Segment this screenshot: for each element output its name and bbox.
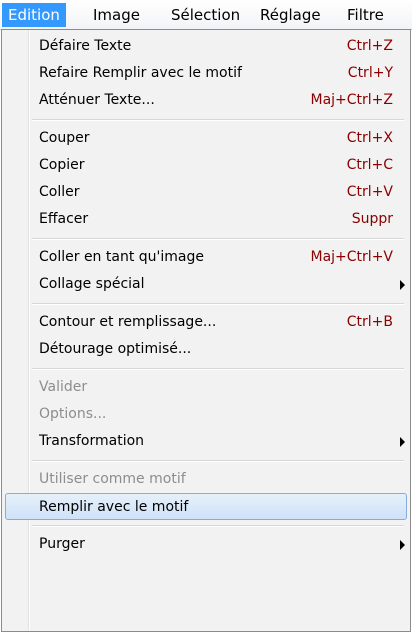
menu-item-copy[interactable]: Copier Ctrl+C: [5, 152, 407, 179]
menu-item-label: Refaire Remplir avec le motif: [39, 65, 242, 81]
menu-item-label: Atténuer Texte...: [39, 92, 155, 108]
menu-item-paste-as-image[interactable]: Coller en tant qu'image Maj+Ctrl+V: [5, 244, 407, 271]
menu-item-shortcut: Maj+Ctrl+Z: [310, 92, 393, 108]
menu-item-options: Options...: [5, 401, 407, 428]
menu-item-cut[interactable]: Couper Ctrl+X: [5, 125, 407, 152]
menu-item-label: Transformation: [39, 433, 145, 449]
menu-item-purge[interactable]: Purger: [5, 531, 407, 558]
menu-item-label: Utiliser comme motif: [39, 471, 186, 487]
menu-item-shortcut: Ctrl+V: [346, 184, 393, 200]
menu-item-smart-crop[interactable]: Détourage optimisé...: [5, 336, 407, 363]
menu-separator: [32, 460, 404, 462]
menu-item-shortcut: Ctrl+X: [346, 130, 393, 146]
menu-item-shortcut: Ctrl+B: [346, 314, 393, 330]
menu-item-shortcut: Ctrl+Y: [347, 65, 393, 81]
menu-item-redo-fill-pattern[interactable]: Refaire Remplir avec le motif Ctrl+Y: [5, 60, 407, 87]
menu-item-undo-text[interactable]: Défaire Texte Ctrl+Z: [5, 33, 407, 60]
menu-item-label: Détourage optimisé...: [39, 341, 192, 357]
menu-separator: [32, 368, 404, 370]
menu-item-label: Copier: [39, 157, 85, 173]
submenu-arrow-icon: [400, 540, 405, 550]
menu-item-shortcut: Maj+Ctrl+V: [310, 249, 394, 265]
menu-separator: [32, 303, 404, 305]
menu-item-paste[interactable]: Coller Ctrl+V: [5, 179, 407, 206]
submenu-arrow-icon: [400, 280, 405, 290]
menu-item-fill-with-pattern[interactable]: Remplir avec le motif: [5, 493, 407, 520]
menu-item-shortcut: Suppr: [351, 211, 393, 227]
edition-dropdown-menu: Défaire Texte Ctrl+Z Refaire Remplir ave…: [1, 29, 411, 632]
menu-item-fade-text[interactable]: Atténuer Texte... Maj+Ctrl+Z: [5, 87, 407, 114]
menu-item-label: Couper: [39, 130, 90, 146]
menu-item-label: Défaire Texte: [39, 38, 132, 54]
menu-filtre[interactable]: Filtre: [341, 3, 390, 27]
menu-item-label: Effacer: [39, 211, 89, 227]
menu-item-label: Coller: [39, 184, 80, 200]
submenu-arrow-icon: [400, 437, 405, 447]
menu-item-shortcut: Ctrl+Z: [346, 38, 393, 54]
menu-item-label: Remplir avec le motif: [39, 499, 189, 515]
menu-edition[interactable]: Edition: [2, 3, 66, 27]
menu-item-paste-special[interactable]: Collage spécial: [5, 271, 407, 298]
menu-item-shortcut: Ctrl+C: [346, 157, 393, 173]
menu-item-clear[interactable]: Effacer Suppr: [5, 206, 407, 233]
menu-item-label: Collage spécial: [39, 276, 145, 292]
menu-item-define-pattern: Utiliser comme motif: [5, 466, 407, 493]
menu-item-label: Contour et remplissage...: [39, 314, 217, 330]
menu-separator: [32, 238, 404, 240]
menu-item-commit: Valider: [5, 374, 407, 401]
menu-reglage[interactable]: Réglage: [254, 3, 327, 27]
menu-separator: [32, 119, 404, 121]
menu-separator: [32, 525, 404, 527]
menu-item-label: Purger: [39, 536, 85, 552]
menu-item-stroke-fill[interactable]: Contour et remplissage... Ctrl+B: [5, 309, 407, 336]
menu-item-label: Coller en tant qu'image: [39, 249, 204, 265]
menu-bar: Edition Image Sélection Réglage Filtre: [0, 0, 412, 30]
menu-selection[interactable]: Sélection: [165, 3, 246, 27]
menu-image[interactable]: Image: [87, 3, 146, 27]
menu-item-label: Options...: [39, 406, 107, 422]
menu-item-transform[interactable]: Transformation: [5, 428, 407, 455]
menu-item-label: Valider: [39, 379, 88, 395]
